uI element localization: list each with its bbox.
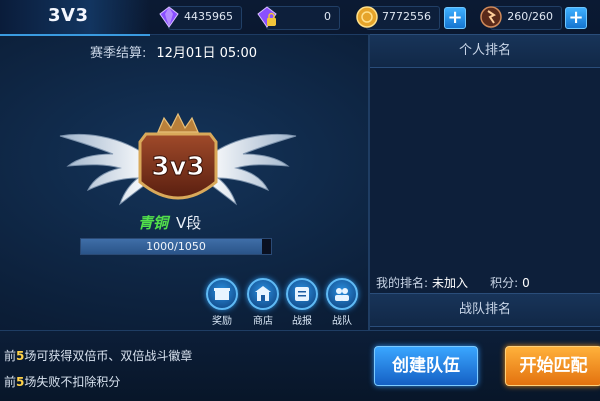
shop-icon [247,278,279,310]
emblem-text: 3v3 [151,152,204,182]
tip-no-penalty: 前5场失败不扣除积分 [4,373,120,390]
season-value: 12月01日 05:00 [156,46,258,61]
shop-button[interactable]: 商店 [245,278,281,327]
reward-label: 奖励 [212,316,232,327]
top-bar: 3V3 4435965 0 7772556 + 260/260 + [0,0,600,36]
diamond-counter: 4435965 [159,6,242,30]
stamina-value: 260/260 [507,10,553,23]
team-icon [326,278,358,310]
gold-value: 7772556 [382,10,431,23]
purple-diamond-icon [159,6,179,28]
my-rank-row: 我的排名: 未加入 积分: 0 [376,274,530,291]
tip-prefix: 前 [4,349,17,363]
diamond-value: 4435965 [184,10,233,23]
stamina-counter: 260/260 [480,6,562,30]
shop-label: 商店 [253,316,273,327]
locked-diamond-icon [257,6,277,28]
add-gold-button[interactable]: + [444,7,466,29]
season-label: 赛季结算: [90,46,147,61]
rank-progress-bar: 1000/1050 [80,238,272,255]
points-value: 0 [522,276,530,290]
add-stamina-button[interactable]: + [565,7,587,29]
tip-text: 场可获得双倍币、双倍战斗徽章 [24,349,193,363]
rank-name: 青铜 V段 [138,212,201,233]
tip-text: 场失败不扣除积分 [24,375,121,389]
tip-prefix: 前 [4,375,17,389]
battle-report-label: 战报 [292,316,312,327]
team-label: 战队 [332,316,352,327]
points-label: 积分: [490,276,519,290]
season-settlement: 赛季结算: 12月01日 05:00 [90,42,257,61]
tab-team-ranking[interactable]: 战队排名 [370,293,600,327]
team-button[interactable]: 战队 [324,278,360,327]
locked-diamond-counter: 0 [257,6,340,30]
gold-counter: 7772556 [356,6,440,30]
battle-report-icon [286,278,318,310]
mode-tab[interactable]: 3V3 [0,0,150,36]
my-rank-label: 我的排名: [376,276,429,290]
progress-text: 1000/1050 [146,240,206,253]
create-team-button[interactable]: 创建队伍 [374,346,478,386]
gold-coin-icon [356,6,378,28]
rank-emblem-icon: 3v3 [59,112,297,206]
rank-division: V段 [176,214,202,232]
stamina-icon [480,6,502,28]
reward-button[interactable]: 奖励 [204,278,240,327]
battle-report-button[interactable]: 战报 [284,278,320,327]
reward-icon [206,278,238,310]
start-match-button[interactable]: 开始匹配 [505,346,600,386]
rank-tier: 青铜 [138,214,169,232]
my-rank-value: 未加入 [432,276,469,290]
mode-title: 3V3 [48,5,89,26]
locked-diamond-value: 0 [324,10,331,23]
ranking-panel: 个人排名 我的排名: 未加入 积分: 0 战队排名 [370,34,600,330]
tab-personal-ranking[interactable]: 个人排名 [370,34,600,68]
tip-double-rewards: 前5场可获得双倍币、双倍战斗徽章 [4,347,192,364]
